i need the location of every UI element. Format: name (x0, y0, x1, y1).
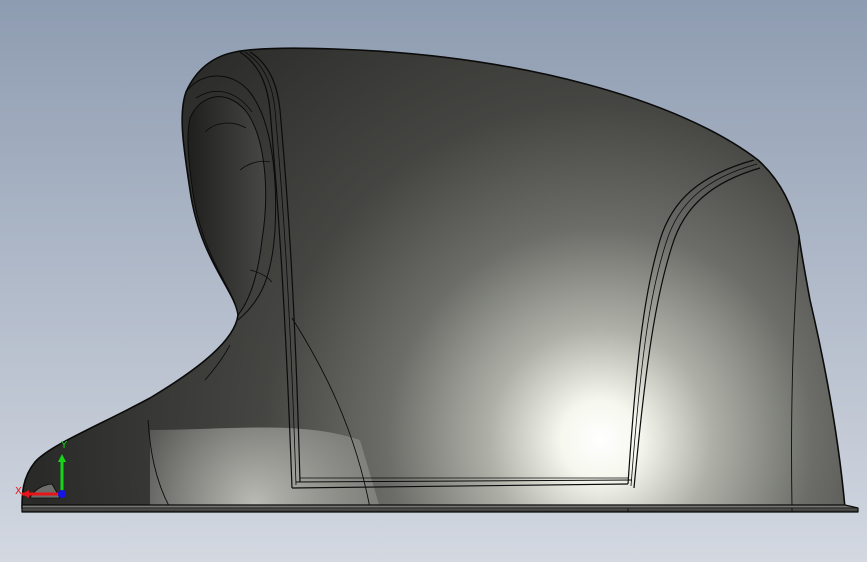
model-view[interactable] (0, 0, 867, 562)
y-axis-arrow (58, 454, 66, 462)
x-axis-arrow (22, 490, 29, 498)
coordinate-triad: X Y (10, 436, 80, 512)
base-plate (21, 504, 859, 513)
3d-viewport[interactable]: X Y (0, 0, 867, 562)
triad-axes (22, 454, 66, 498)
shell-lower-highlight (150, 427, 380, 508)
z-axis-dot (58, 490, 66, 498)
y-axis-label: Y (61, 440, 68, 451)
x-axis-label: X (15, 486, 22, 497)
